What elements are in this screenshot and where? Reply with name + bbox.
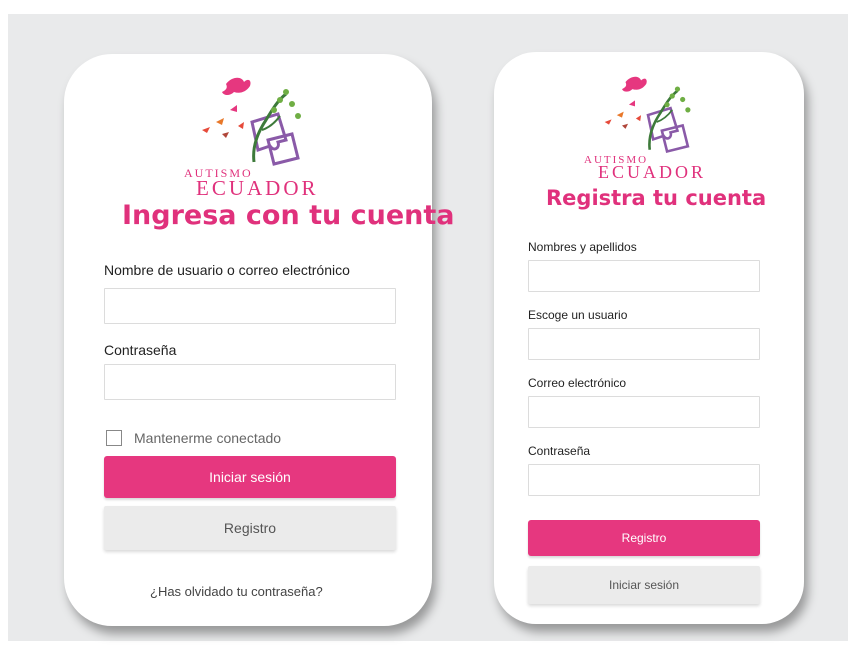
register-button[interactable]: Registro — [528, 520, 760, 556]
login-card: AUTISMO ECUADOR Ingresa con tu cuenta No… — [64, 54, 455, 626]
email-input[interactable] — [528, 396, 760, 428]
name-input[interactable] — [528, 260, 760, 292]
logo-line-2: ECUADOR — [196, 176, 319, 200]
login-button[interactable]: Iniciar sesión — [528, 566, 760, 604]
username-input[interactable] — [528, 328, 760, 360]
register-button[interactable]: Registro — [104, 506, 396, 550]
password-input[interactable] — [104, 364, 396, 400]
username-label: Escoge un usuario — [528, 308, 628, 322]
remember-checkbox[interactable] — [106, 430, 122, 446]
password-label: Contraseña — [528, 444, 591, 458]
register-card: AUTISMO ECUADOR Registra tu cuenta Nombr… — [494, 52, 804, 624]
password-input[interactable] — [528, 464, 760, 496]
page-title: Registra tu cuenta — [546, 186, 767, 210]
username-label: Nombre de usuario o correo electrónico — [104, 262, 350, 278]
password-label: Contraseña — [104, 342, 177, 358]
login-button[interactable]: Iniciar sesión — [104, 456, 396, 498]
email-label: Correo electrónico — [528, 376, 627, 390]
name-label: Nombres y apellidos — [528, 240, 637, 254]
logo-line-2: ECUADOR — [598, 162, 707, 182]
remember-label: Mantenerme conectado — [134, 430, 282, 446]
username-input[interactable] — [104, 288, 396, 324]
page-title: Ingresa con tu cuenta — [122, 200, 455, 231]
forgot-password-link[interactable]: ¿Has olvidado tu contraseña? — [150, 584, 323, 599]
